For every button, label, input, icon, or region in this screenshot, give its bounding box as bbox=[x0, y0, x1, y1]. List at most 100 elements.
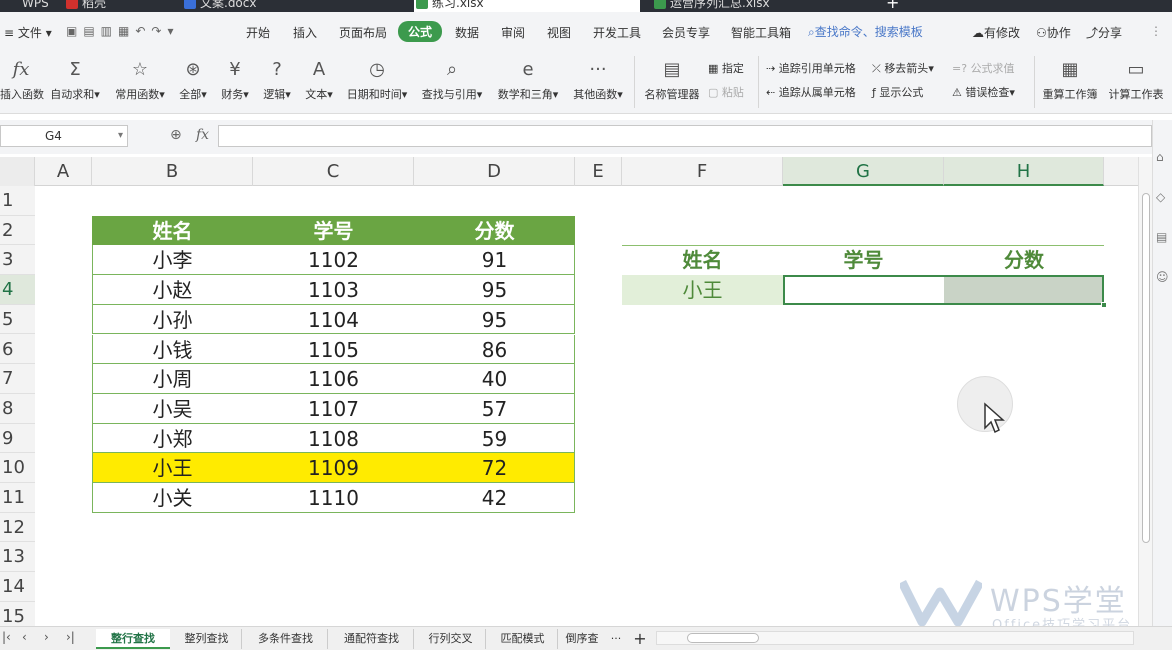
lookup-name-cell[interactable]: 小王 bbox=[622, 275, 783, 305]
sidebar-tool-icon[interactable]: ☺ bbox=[1156, 270, 1169, 284]
fx-icon[interactable]: fx bbox=[196, 127, 209, 143]
row-header[interactable]: 9 bbox=[0, 424, 35, 454]
more-icon[interactable]: ⋮ bbox=[1150, 24, 1162, 38]
sheet-tab-column-lookup[interactable]: 整列查找 bbox=[172, 629, 242, 649]
math-trig-button[interactable]: e 数学和三角▾ bbox=[494, 50, 562, 102]
chevron-down-icon[interactable]: ▾ bbox=[118, 126, 123, 146]
table-cell[interactable]: 40 bbox=[414, 364, 575, 394]
lookup-ref-button[interactable]: ⌕ 查找与引用▾ bbox=[418, 50, 486, 102]
column-header-f[interactable]: F bbox=[622, 157, 783, 186]
menu-view[interactable]: 视图 bbox=[547, 24, 571, 41]
table-cell[interactable]: 小周 bbox=[92, 364, 253, 394]
paste-names-button[interactable]: ▢ 粘贴 bbox=[708, 84, 744, 100]
row-header[interactable]: 5 bbox=[0, 305, 35, 335]
table-cell[interactable]: 小赵 bbox=[92, 275, 253, 305]
recalc-workbook-button[interactable]: ▦ 重算工作簿 bbox=[1040, 50, 1100, 102]
row-header[interactable]: 8 bbox=[0, 394, 35, 424]
next-sheet-icon[interactable]: › bbox=[44, 630, 49, 644]
row-header[interactable]: 7 bbox=[0, 364, 35, 394]
show-formulas-button[interactable]: ƒ 显示公式 bbox=[872, 84, 923, 100]
table-cell[interactable]: 95 bbox=[414, 305, 575, 335]
sheet-tab-reverse[interactable]: 倒序查 bbox=[560, 629, 604, 649]
table-cell[interactable]: 1102 bbox=[253, 245, 414, 275]
collab-button[interactable]: ⚇协作 bbox=[1036, 24, 1071, 41]
menu-review[interactable]: 审阅 bbox=[501, 24, 525, 41]
name-manager-button[interactable]: ▤ 名称管理器 bbox=[642, 50, 702, 102]
lookup-header-cell[interactable]: 学号 bbox=[783, 245, 944, 275]
column-header-b[interactable]: B bbox=[92, 157, 253, 186]
table-header-cell[interactable]: 分数 bbox=[414, 216, 575, 246]
remove-arrows-button[interactable]: ⤫ 移去箭头▾ bbox=[872, 60, 934, 76]
column-header-e[interactable]: E bbox=[575, 157, 622, 186]
table-cell[interactable]: 1110 bbox=[253, 483, 414, 513]
table-cell[interactable]: 1107 bbox=[253, 394, 414, 424]
column-header-d[interactable]: D bbox=[414, 157, 575, 186]
sheet-tab-multi-condition[interactable]: 多条件查找 bbox=[244, 629, 328, 649]
trace-dependents-button[interactable]: ⇠ 追踪从属单元格 bbox=[766, 84, 856, 100]
horizontal-scrollbar[interactable] bbox=[656, 631, 1134, 645]
menu-page-layout[interactable]: 页面布局 bbox=[339, 24, 387, 41]
file-tab-practice[interactable]: 练习.xlsx bbox=[414, 0, 640, 12]
more-sheets-button[interactable]: ··· bbox=[606, 629, 626, 649]
column-header-g[interactable]: G bbox=[783, 157, 944, 186]
table-cell[interactable]: 1105 bbox=[253, 335, 414, 365]
table-header-cell[interactable]: 姓名 bbox=[92, 216, 253, 246]
finance-button[interactable]: ¥ 财务▾ bbox=[218, 50, 252, 102]
file-tab-wps[interactable]: WPS bbox=[4, 0, 49, 12]
table-cell[interactable]: 42 bbox=[414, 483, 575, 513]
other-functions-button[interactable]: ··· 其他函数▾ bbox=[570, 50, 626, 102]
table-cell[interactable]: 1106 bbox=[253, 364, 414, 394]
add-sheet-button[interactable]: + bbox=[630, 629, 650, 649]
vertical-scrollbar[interactable] bbox=[1138, 157, 1152, 626]
scrollbar-thumb[interactable] bbox=[1142, 193, 1150, 543]
sheet-tab-cross[interactable]: 行列交叉 bbox=[416, 629, 486, 649]
table-cell[interactable]: 59 bbox=[414, 424, 575, 454]
zoom-search-icon[interactable]: ⊕ bbox=[170, 127, 182, 143]
column-header-h[interactable]: H bbox=[944, 157, 1104, 186]
file-tab-docer[interactable]: 稻壳 bbox=[64, 0, 106, 12]
table-cell[interactable]: 95 bbox=[414, 275, 575, 305]
trace-precedents-button[interactable]: ⇢ 追踪引用单元格 bbox=[766, 60, 856, 76]
prev-sheet-icon[interactable]: ‹ bbox=[22, 630, 27, 644]
table-cell[interactable]: 57 bbox=[414, 394, 575, 424]
scrollbar-thumb[interactable] bbox=[687, 633, 759, 643]
selection-range[interactable] bbox=[783, 275, 1104, 305]
all-functions-button[interactable]: ⊛ 全部▾ bbox=[176, 50, 210, 102]
menu-home[interactable]: 开始 bbox=[246, 24, 270, 41]
table-cell[interactable]: 1103 bbox=[253, 275, 414, 305]
row-header-selected[interactable]: 4 bbox=[0, 275, 35, 305]
last-sheet-icon[interactable]: ›| bbox=[66, 630, 75, 644]
new-tab-button[interactable]: + bbox=[880, 0, 899, 12]
text-functions-button[interactable]: A 文本▾ bbox=[302, 50, 336, 102]
unsaved-indicator[interactable]: ☁有修改 bbox=[972, 24, 1020, 41]
table-cell[interactable]: 91 bbox=[414, 245, 575, 275]
table-cell[interactable]: 小李 bbox=[92, 245, 253, 275]
menu-smart-toolbox[interactable]: 智能工具箱 bbox=[731, 24, 791, 41]
row-header[interactable]: 6 bbox=[0, 335, 35, 365]
fill-handle[interactable] bbox=[1101, 301, 1107, 308]
row-header[interactable]: 2 bbox=[0, 216, 35, 246]
table-cell[interactable]: 1109 bbox=[253, 453, 414, 483]
file-tab-summary[interactable]: 运营序列汇总.xlsx bbox=[652, 0, 770, 12]
menu-member[interactable]: 会员专享 bbox=[662, 24, 710, 41]
sidebar-tool-icon[interactable]: ▤ bbox=[1156, 230, 1167, 244]
row-header[interactable]: 14 bbox=[0, 572, 35, 602]
table-cell[interactable]: 72 bbox=[414, 453, 575, 483]
row-header[interactable]: 3 bbox=[0, 245, 35, 276]
formula-input[interactable] bbox=[218, 125, 1152, 147]
row-header[interactable]: 10 bbox=[0, 453, 35, 483]
evaluate-formula-button[interactable]: =? 公式求值 bbox=[952, 60, 1015, 76]
table-cell[interactable]: 1104 bbox=[253, 305, 414, 335]
column-header-a[interactable]: A bbox=[35, 157, 92, 186]
table-cell[interactable]: 小吴 bbox=[92, 394, 253, 424]
table-cell[interactable]: 小关 bbox=[92, 483, 253, 513]
select-all-corner[interactable] bbox=[0, 157, 35, 186]
common-functions-button[interactable]: ☆ 常用函数▾ bbox=[112, 50, 168, 102]
first-sheet-icon[interactable]: |‹ bbox=[2, 630, 11, 644]
command-search[interactable]: ⌕查找命令、搜索模板 bbox=[808, 23, 923, 40]
autosum-button[interactable]: Σ 自动求和▾ bbox=[48, 50, 102, 102]
table-cell[interactable]: 86 bbox=[414, 335, 575, 365]
sidebar-tool-icon[interactable]: ◇ bbox=[1156, 190, 1165, 204]
lookup-header-cell[interactable]: 姓名 bbox=[622, 245, 783, 275]
table-cell[interactable]: 小钱 bbox=[92, 335, 253, 365]
